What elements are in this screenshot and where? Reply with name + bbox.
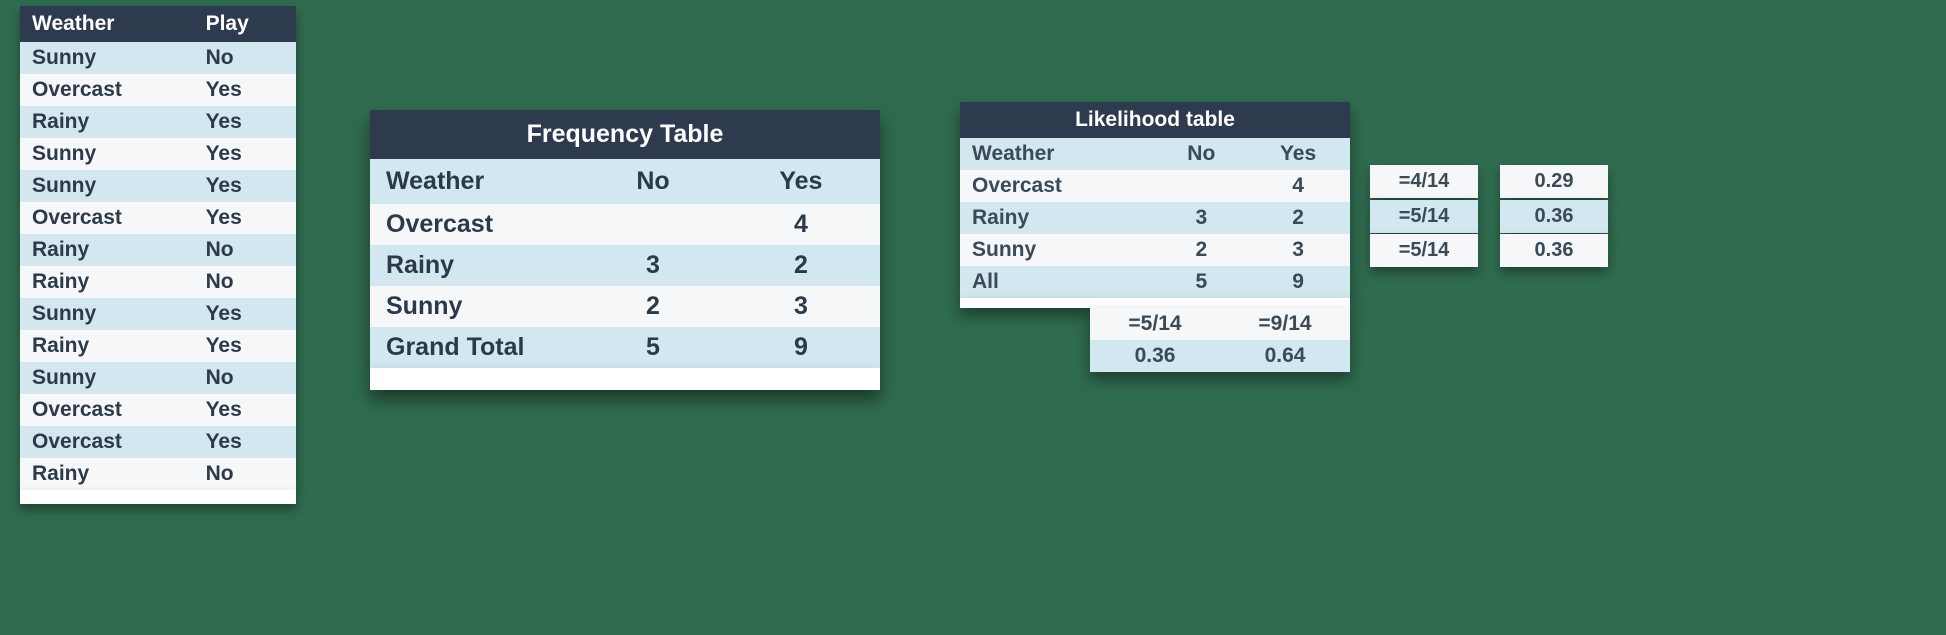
frequency-table: Frequency Table Weather No Yes Overcast … [370, 110, 880, 390]
raw-cell-play: Yes [194, 394, 296, 426]
freq-row-label: Sunny [370, 286, 584, 327]
raw-table-footer [20, 490, 296, 504]
raw-cell-weather: Rainy [20, 234, 194, 266]
raw-cell-weather: Rainy [20, 458, 194, 490]
like-col-yes-formula: =9/14 [1220, 308, 1350, 340]
raw-cell-play: No [194, 266, 296, 298]
raw-cell-play: Yes [194, 202, 296, 234]
like-header-yes: Yes [1246, 138, 1350, 170]
likelihood-row-marginal: =5/14 [1370, 234, 1478, 267]
like-row-label: All [960, 266, 1156, 298]
like-cell: 3 [1156, 202, 1246, 234]
like-col-yes-value: 0.64 [1220, 340, 1350, 372]
like-row-label: Rainy [960, 202, 1156, 234]
likelihood-row-marginal: 0.29 [1500, 165, 1608, 198]
likelihood-table-title: Likelihood table [960, 102, 1350, 138]
raw-cell-play: Yes [194, 106, 296, 138]
like-cell [1156, 170, 1246, 202]
freq-cell: 3 [722, 286, 880, 327]
raw-cell-play: Yes [194, 426, 296, 458]
like-row-marg-formula: =5/14 [1370, 200, 1478, 233]
raw-cell-weather: Sunny [20, 298, 194, 330]
like-row-marg-value: 0.36 [1500, 234, 1608, 267]
raw-cell-play: No [194, 362, 296, 394]
freq-row-label: Rainy [370, 245, 584, 286]
freq-header-weather: Weather [370, 159, 584, 204]
like-cell: 2 [1156, 234, 1246, 266]
likelihood-column-marginals: =5/14 =9/14 0.36 0.64 [1090, 308, 1350, 372]
like-row-marg-formula: =5/14 [1370, 234, 1478, 267]
raw-cell-play: No [194, 42, 296, 74]
likelihood-row-marginal: =5/14 [1370, 200, 1478, 233]
likelihood-row-marginal: 0.36 [1500, 234, 1608, 267]
raw-cell-play: Yes [194, 74, 296, 106]
raw-cell-weather: Sunny [20, 138, 194, 170]
raw-cell-weather: Rainy [20, 330, 194, 362]
freq-cell: 3 [584, 245, 722, 286]
like-col-no-value: 0.36 [1090, 340, 1220, 372]
like-cell: 5 [1156, 266, 1246, 298]
raw-cell-weather: Overcast [20, 426, 194, 458]
like-col-no-formula: =5/14 [1090, 308, 1220, 340]
likelihood-table-footer [960, 298, 1350, 308]
raw-cell-play: No [194, 458, 296, 490]
raw-header-play: Play [194, 6, 296, 42]
raw-cell-weather: Sunny [20, 42, 194, 74]
raw-cell-play: Yes [194, 170, 296, 202]
raw-cell-weather: Rainy [20, 106, 194, 138]
freq-row-label: Grand Total [370, 327, 584, 368]
freq-cell: 2 [722, 245, 880, 286]
like-row-label: Overcast [960, 170, 1156, 202]
likelihood-table: Likelihood table Weather No Yes Overcast… [960, 102, 1350, 372]
raw-header-weather: Weather [20, 6, 194, 42]
like-header-no: No [1156, 138, 1246, 170]
freq-cell: 5 [584, 327, 722, 368]
raw-cell-play: Yes [194, 138, 296, 170]
like-header-weather: Weather [960, 138, 1156, 170]
like-row-label: Sunny [960, 234, 1156, 266]
raw-cell-play: Yes [194, 330, 296, 362]
freq-cell [584, 204, 722, 245]
freq-header-yes: Yes [722, 159, 880, 204]
frequency-table-title: Frequency Table [370, 110, 880, 159]
freq-row-label: Overcast [370, 204, 584, 245]
like-cell: 2 [1246, 202, 1350, 234]
like-row-marg-formula: =4/14 [1370, 165, 1478, 198]
raw-cell-weather: Overcast [20, 74, 194, 106]
freq-cell: 2 [584, 286, 722, 327]
like-cell: 9 [1246, 266, 1350, 298]
like-row-marg-value: 0.36 [1500, 200, 1608, 233]
raw-cell-weather: Rainy [20, 266, 194, 298]
likelihood-row-marginal: =4/14 [1370, 165, 1478, 198]
like-row-marg-value: 0.29 [1500, 165, 1608, 198]
likelihood-row-marginal: 0.36 [1500, 200, 1608, 233]
like-cell: 4 [1246, 170, 1350, 202]
raw-cell-weather: Overcast [20, 394, 194, 426]
raw-cell-play: No [194, 234, 296, 266]
raw-cell-weather: Overcast [20, 202, 194, 234]
frequency-table-footer [370, 368, 880, 390]
freq-cell: 9 [722, 327, 880, 368]
raw-cell-weather: Sunny [20, 362, 194, 394]
freq-header-no: No [584, 159, 722, 204]
raw-cell-play: Yes [194, 298, 296, 330]
raw-cell-weather: Sunny [20, 170, 194, 202]
raw-data-table: Weather Play SunnyNoOvercastYesRainyYesS… [20, 6, 296, 504]
like-cell: 3 [1246, 234, 1350, 266]
freq-cell: 4 [722, 204, 880, 245]
